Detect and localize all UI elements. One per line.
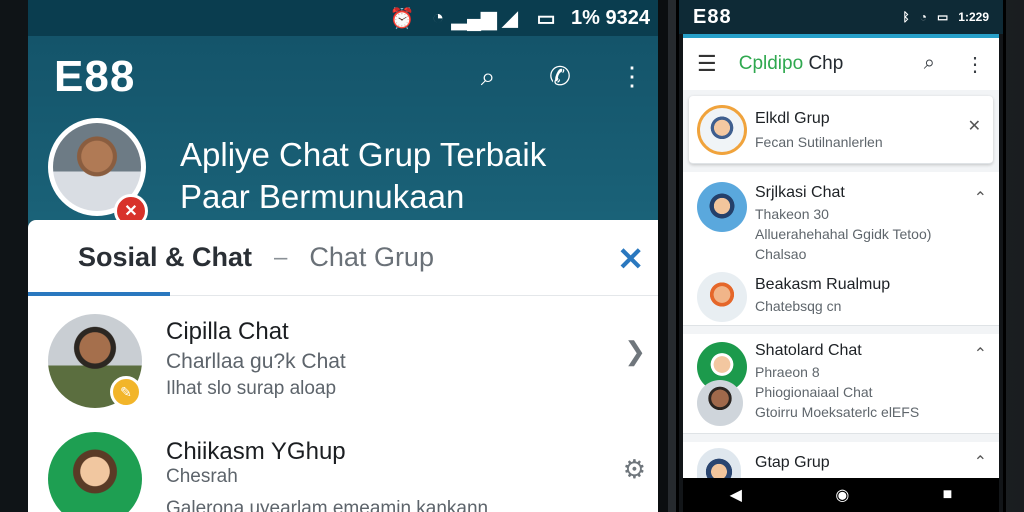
app-bar: ☰ Cpldipo Chp ⌕ ⋮ bbox=[683, 38, 999, 90]
stage: ⏰ ◔ ▂▄▆ ◢ ▭ 1% 9324 E88 ⌕ ✆ ⋮ ✕ Apliye C… bbox=[0, 0, 1024, 512]
signal-icon: ▂▄▆ bbox=[451, 7, 497, 30]
phone-icon[interactable]: ✆ bbox=[546, 62, 574, 90]
item-meta: Galerona uyearlam emeamin kankann bbox=[166, 498, 489, 512]
home-icon[interactable]: ◉ bbox=[835, 485, 849, 505]
item-subtitle: Charllaa gu?k Chat bbox=[166, 350, 346, 373]
bluetooth-icon: ᛒ bbox=[902, 10, 910, 24]
item-title: Beakasm Rualmup bbox=[755, 276, 891, 293]
wifi-icon: ◔ bbox=[919, 10, 927, 24]
status-icons: ᛒ ◔ ▭ 1:229 bbox=[903, 10, 990, 24]
tab-separator: – bbox=[274, 243, 288, 271]
avatar bbox=[697, 182, 747, 232]
right-phone: E88 ᛒ ◔ ▭ 1:229 ☰ Cpldipo Chp ⌕ ⋮ Elkdl … bbox=[676, 0, 1006, 512]
menu-icon[interactable]: ☰ bbox=[697, 51, 717, 77]
scrollbar[interactable] bbox=[658, 304, 666, 504]
item-meta: Gtoirru Moeksaterlc elEFS bbox=[755, 404, 920, 420]
list-item[interactable]: ✎ Cipilla Chat Charllaa gu?k Chat Ilhat … bbox=[28, 306, 658, 410]
item-subtitle: Chesrah bbox=[166, 466, 238, 487]
chat-panel: Sosial & Chat – Chat Grup ✕ ✎ Cipilla Ch… bbox=[28, 220, 666, 512]
item-meta: Phiogionaiaal Chat bbox=[755, 384, 873, 400]
wifi-icon: ◔ bbox=[431, 6, 445, 29]
avatar bbox=[697, 448, 741, 482]
brand-title: E88 bbox=[54, 52, 136, 101]
item-title: Elkdl Grup bbox=[755, 110, 830, 127]
list-item[interactable]: Elkdl Grup Fecan Sutilnanlerlen ✕ bbox=[689, 96, 993, 164]
status-time: 1:229 bbox=[958, 10, 989, 24]
headline: Apliye Chat Grup Terbaik Paar Bermunukaa… bbox=[180, 134, 546, 218]
tab-sosial-chat[interactable]: Sosial & Chat bbox=[78, 242, 252, 273]
item-meta: Alluerahehahal Ggidk Tetoo) bbox=[755, 226, 932, 242]
headline-line-1: Apliye Chat Grup Terbaik bbox=[180, 136, 547, 173]
more-icon[interactable]: ⋮ bbox=[965, 52, 985, 77]
tab-bar: Sosial & Chat – Chat Grup ✕ bbox=[28, 220, 658, 296]
app-title: Cpldipo Chp bbox=[739, 53, 844, 75]
battery-icon: ▭ bbox=[536, 7, 556, 30]
alarm-icon: ⏰ bbox=[389, 7, 415, 30]
item-meta: Chalsao bbox=[755, 246, 807, 262]
chat-list: Elkdl Grup Fecan Sutilnanlerlen ✕ Srjlka… bbox=[683, 90, 999, 482]
avatar bbox=[697, 272, 747, 322]
recents-icon[interactable]: ■ bbox=[943, 486, 953, 504]
app-title-suffix: Chp bbox=[808, 53, 844, 74]
list-item[interactable]: Chiikasm YGhup Chesrah Galerona uyearlam… bbox=[28, 424, 658, 512]
status-bar: E88 ᛒ ◔ ▭ 1:229 bbox=[679, 0, 1003, 34]
search-icon[interactable]: ⌕ bbox=[924, 52, 935, 77]
item-title: Shatolard Chat bbox=[755, 342, 862, 359]
status-text: 1% 9324 bbox=[571, 6, 650, 29]
tab-chat-grup[interactable]: Chat Grup bbox=[309, 242, 434, 273]
back-icon[interactable]: ◀ bbox=[730, 485, 742, 505]
left-screen: ⏰ ◔ ▂▄▆ ◢ ▭ 1% 9324 E88 ⌕ ✆ ⋮ ✕ Apliye C… bbox=[28, 0, 666, 512]
item-title: Gtap Grup bbox=[755, 454, 830, 471]
app-header: E88 ⌕ ✆ ⋮ ✕ Apliye Chat Grup Terbaik Paa… bbox=[28, 36, 658, 228]
app-title-prefix: Cpldipo bbox=[738, 53, 804, 74]
more-icon[interactable]: ⋮ bbox=[618, 62, 646, 90]
list-item[interactable]: Srjlkasi Chat Thakeon 30 Alluerahehahal … bbox=[683, 172, 999, 326]
item-subtitle: Phraeon 8 bbox=[755, 364, 820, 380]
list-item[interactable]: Gtap Grup ⌃ bbox=[683, 442, 999, 482]
signal-triangle-icon: ◢ bbox=[502, 7, 518, 30]
item-title: Chiikasm YGhup bbox=[166, 438, 346, 465]
item-title: Cipilla Chat bbox=[166, 318, 289, 345]
battery-icon: ▭ bbox=[936, 10, 949, 24]
item-meta: Ilhat slo surap aloap bbox=[166, 378, 337, 399]
app-actions: ⌕ ⋮ bbox=[924, 52, 985, 77]
forward-icon[interactable]: ❯ bbox=[624, 336, 646, 367]
edit-badge-icon: ✎ bbox=[110, 376, 142, 408]
status-bar: ⏰ ◔ ▂▄▆ ◢ ▭ 1% 9324 bbox=[28, 0, 658, 36]
item-subtitle: Thakeon 30 bbox=[755, 206, 829, 222]
item-subtitle: Chatebsqg cn bbox=[755, 298, 842, 314]
status-logo: E88 bbox=[693, 5, 732, 28]
gear-icon[interactable]: ⚙ bbox=[623, 454, 646, 485]
avatar bbox=[48, 432, 142, 512]
tab-indicator bbox=[28, 292, 170, 296]
item-subtitle: Fecan Sutilnanlerlen bbox=[755, 134, 883, 150]
close-icon[interactable]: ✕ bbox=[968, 116, 981, 136]
close-icon[interactable]: ✕ bbox=[617, 240, 644, 278]
chevron-up-icon[interactable]: ⌃ bbox=[974, 188, 987, 208]
avatar bbox=[697, 105, 747, 155]
system-nav: ◀ ◉ ■ bbox=[683, 478, 999, 512]
avatar bbox=[697, 380, 743, 426]
item-title: Srjlkasi Chat bbox=[755, 184, 845, 201]
chevron-up-icon[interactable]: ⌃ bbox=[974, 452, 987, 472]
headline-line-2: Paar Bermunukaan bbox=[180, 178, 465, 215]
search-icon[interactable]: ⌕ bbox=[474, 62, 502, 90]
chevron-up-icon[interactable]: ⌃ bbox=[974, 344, 987, 364]
header-actions: ⌕ ✆ ⋮ bbox=[474, 62, 646, 90]
list-item[interactable]: Shatolard Chat Phraeon 8 Phiogionaiaal C… bbox=[683, 334, 999, 434]
left-phone: ⏰ ◔ ▂▄▆ ◢ ▭ 1% 9324 E88 ⌕ ✆ ⋮ ✕ Apliye C… bbox=[0, 0, 668, 512]
